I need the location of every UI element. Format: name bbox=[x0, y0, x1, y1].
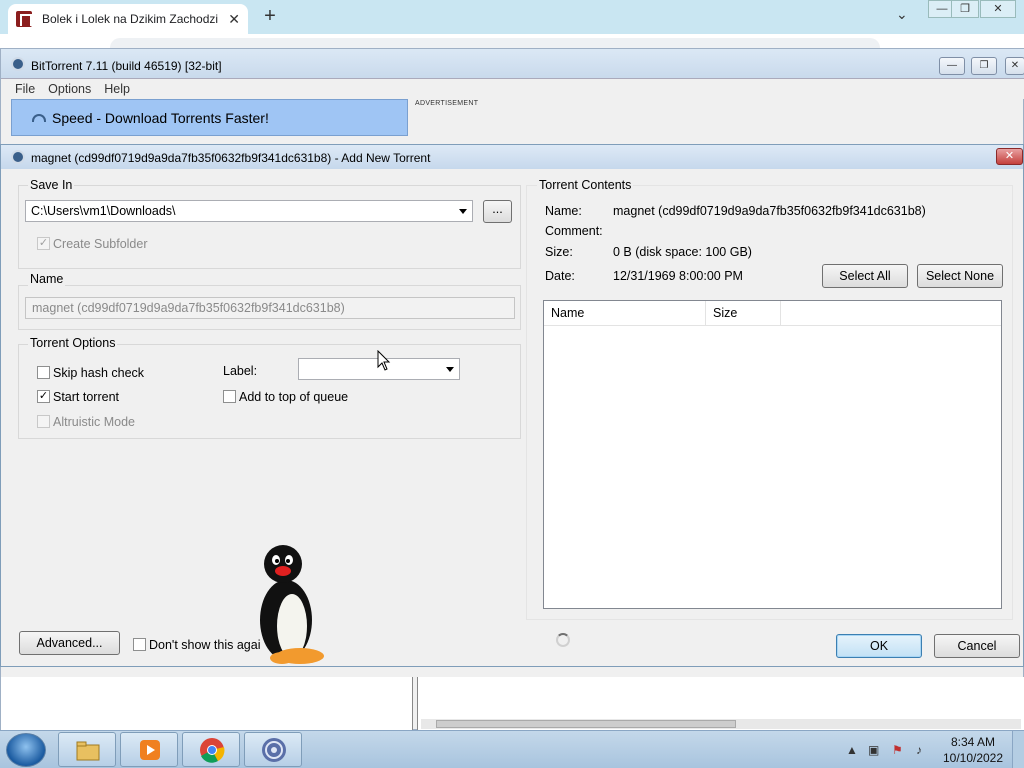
browser-toolbar bbox=[0, 34, 1024, 48]
horizontal-scrollbar[interactable] bbox=[421, 719, 1021, 729]
menu-options[interactable]: Options bbox=[48, 79, 91, 99]
browser-maximize-button[interactable]: ❐ bbox=[951, 0, 979, 18]
column-size-header[interactable]: Size bbox=[706, 301, 781, 326]
altruistic-mode-label: Altruistic Mode bbox=[53, 415, 135, 429]
dialog-close-button[interactable]: ✕ bbox=[996, 148, 1023, 165]
browser-tab-title: Bolek i Lolek na Dzikim Zachodzi bbox=[42, 12, 219, 26]
browser-close-button[interactable]: ✕ bbox=[980, 0, 1016, 18]
speedometer-icon bbox=[32, 113, 46, 122]
label-field-label: Label: bbox=[223, 364, 258, 378]
save-path-value: C:\Users\vm1\Downloads\ bbox=[31, 204, 176, 218]
address-bar[interactable] bbox=[110, 38, 880, 48]
file-explorer-icon bbox=[76, 741, 100, 761]
site-favicon-icon bbox=[16, 11, 32, 27]
menu-file[interactable]: File bbox=[15, 79, 35, 99]
show-hidden-icons-icon[interactable]: ▲ bbox=[846, 743, 858, 757]
browse-button[interactable]: ... bbox=[483, 200, 512, 223]
advanced-button[interactable]: Advanced... bbox=[19, 631, 120, 655]
bt-minimize-button[interactable]: — bbox=[939, 57, 965, 75]
ok-button[interactable]: OK bbox=[836, 634, 922, 658]
tab-close-icon[interactable]: ✕ bbox=[228, 11, 240, 28]
new-tab-button[interactable]: + bbox=[258, 4, 282, 28]
scrollbar-thumb[interactable] bbox=[436, 720, 736, 728]
bittorrent-menubar: File Options Help bbox=[1, 79, 1024, 99]
advertisement-label: ADVERTISEMENT bbox=[415, 100, 479, 107]
add-new-torrent-dialog: magnet (cd99df0719d9a9da7fb35f0632fb9f34… bbox=[0, 144, 1024, 667]
taskbar-clock[interactable]: 8:34 AM 10/10/2022 bbox=[940, 734, 1006, 766]
bt-maximize-button[interactable]: ❐ bbox=[971, 57, 997, 75]
clock-date: 10/10/2022 bbox=[942, 751, 1004, 765]
bittorrent-titlebar: BitTorrent 7.11 (build 46519) [32-bit] —… bbox=[1, 49, 1024, 79]
speed-promo-banner[interactable]: Speed - Download Torrents Faster! bbox=[11, 99, 408, 136]
dialog-titlebar: magnet (cd99df0719d9a9da7fb35f0632fb9f34… bbox=[1, 145, 1023, 169]
save-in-title: Save In bbox=[28, 178, 75, 192]
start-torrent-label: Start torrent bbox=[53, 390, 119, 404]
cancel-button[interactable]: Cancel bbox=[934, 634, 1020, 658]
file-list[interactable]: Name Size bbox=[543, 300, 1002, 609]
menu-help[interactable]: Help bbox=[104, 79, 130, 99]
contents-comment-label: Comment: bbox=[545, 224, 603, 238]
network-icon[interactable]: ▣ bbox=[868, 743, 879, 757]
browser-tab-bar: Bolek i Lolek na Dzikim Zachodzi ✕ + ⌄ —… bbox=[0, 0, 1024, 34]
dropdown-arrow-icon[interactable] bbox=[459, 209, 467, 214]
taskbar-bittorrent[interactable] bbox=[244, 732, 302, 767]
add-top-queue-label: Add to top of queue bbox=[239, 390, 349, 404]
bt-close-button[interactable]: ✕ bbox=[1005, 57, 1024, 75]
altruistic-mode-checkbox[interactable] bbox=[37, 415, 50, 428]
contents-size-label: Size: bbox=[545, 245, 573, 259]
name-title: Name bbox=[28, 272, 66, 286]
tab-search-chevron-icon[interactable]: ⌄ bbox=[896, 6, 908, 23]
show-desktop-button[interactable] bbox=[1012, 731, 1024, 768]
pingu-penguin-image bbox=[260, 545, 324, 664]
contents-date-label: Date: bbox=[545, 269, 575, 283]
taskbar-file-explorer[interactable] bbox=[58, 732, 116, 767]
dialog-bittorrent-icon bbox=[11, 150, 25, 164]
loading-spinner-icon bbox=[556, 633, 570, 647]
bt-category-pane bbox=[1, 677, 413, 731]
mouse-cursor-icon bbox=[377, 350, 391, 371]
dialog-title: magnet (cd99df0719d9a9da7fb35f0632fb9f34… bbox=[31, 151, 431, 165]
skip-hash-label: Skip hash check bbox=[53, 366, 145, 380]
dont-show-checkbox[interactable] bbox=[133, 638, 146, 651]
volume-icon[interactable]: ♪ bbox=[916, 743, 922, 757]
taskbar-chrome[interactable] bbox=[182, 732, 240, 767]
contents-date-value: 12/31/1969 8:00:00 PM bbox=[613, 269, 743, 283]
start-button[interactable] bbox=[6, 733, 46, 767]
start-torrent-checkbox[interactable]: ✓ bbox=[37, 390, 50, 403]
file-list-header: Name Size bbox=[544, 301, 1001, 326]
media-player-icon bbox=[140, 740, 160, 760]
browser-tab[interactable]: Bolek i Lolek na Dzikim Zachodzi ✕ bbox=[8, 4, 248, 34]
save-in-group bbox=[18, 185, 521, 269]
skip-hash-checkbox[interactable] bbox=[37, 366, 50, 379]
clock-time: 8:34 AM bbox=[950, 735, 996, 749]
select-all-button[interactable]: Select All bbox=[822, 264, 908, 288]
dropdown-arrow-icon[interactable] bbox=[446, 367, 454, 372]
bittorrent-window-title: BitTorrent 7.11 (build 46519) [32-bit] bbox=[31, 59, 222, 73]
chrome-icon bbox=[200, 738, 225, 763]
create-subfolder-label: Create Subfolder bbox=[53, 237, 148, 251]
add-top-queue-checkbox[interactable] bbox=[223, 390, 236, 403]
bittorrent-icon bbox=[262, 738, 286, 762]
torrent-contents-title: Torrent Contents bbox=[537, 178, 634, 192]
dont-show-label: Don't show this agai bbox=[149, 638, 261, 652]
taskbar-media-player[interactable] bbox=[120, 732, 178, 767]
bittorrent-logo-icon bbox=[11, 57, 25, 71]
column-name-header[interactable]: Name bbox=[544, 301, 706, 326]
contents-name-value: magnet (cd99df0719d9a9da7fb35f0632fb9f34… bbox=[613, 204, 926, 218]
contents-size-value: 0 B (disk space: 100 GB) bbox=[613, 245, 752, 259]
promo-text: Speed - Download Torrents Faster! bbox=[52, 109, 269, 126]
save-path-combo[interactable]: C:\Users\vm1\Downloads\ bbox=[25, 200, 473, 222]
select-none-button[interactable]: Select None bbox=[917, 264, 1003, 288]
contents-name-label: Name: bbox=[545, 204, 582, 218]
torrent-name-field[interactable]: magnet (cd99df0719d9a9da7fb35f0632fb9f34… bbox=[25, 297, 515, 319]
torrent-options-title: Torrent Options bbox=[28, 336, 118, 350]
action-center-icon[interactable]: ⚑ bbox=[892, 743, 903, 757]
create-subfolder-checkbox[interactable]: ✓ bbox=[37, 237, 50, 250]
windows-taskbar: ▲ ▣ ⚑ ♪ 8:34 AM 10/10/2022 bbox=[0, 730, 1024, 768]
